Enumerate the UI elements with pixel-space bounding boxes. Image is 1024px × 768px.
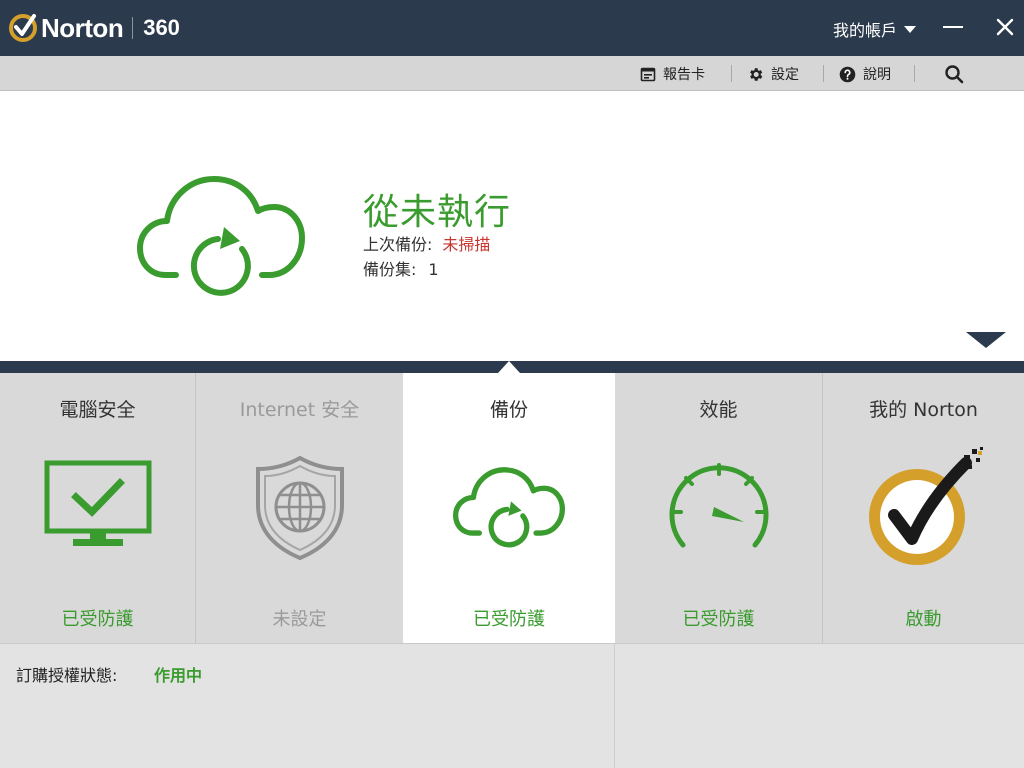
- settings-label: 設定: [771, 67, 799, 83]
- account-label: 我的帳戶: [832, 21, 897, 40]
- tile-device-security[interactable]: 電腦安全 已受防護: [0, 373, 195, 643]
- norton-logo: Norton 360: [8, 10, 180, 46]
- help-button[interactable]: 說明: [839, 64, 891, 84]
- report-card-button[interactable]: 報告卡: [640, 64, 705, 84]
- active-tile-pointer: [498, 361, 520, 373]
- backup-sets-label: 備份集:: [363, 260, 417, 279]
- norton-seal-icon: [868, 447, 983, 565]
- search-icon: [945, 65, 964, 84]
- last-backup-label: 上次備份:: [363, 235, 433, 254]
- search-button[interactable]: [944, 64, 971, 84]
- cloud-sync-icon: [137, 176, 305, 296]
- close-icon[interactable]: [992, 14, 1018, 40]
- brand-name: Norton: [41, 12, 124, 43]
- backup-status-title: 從未執行: [363, 192, 512, 233]
- toolbar: 報告卡 設定 說明: [0, 56, 1024, 91]
- toolbar-divider: [731, 65, 732, 82]
- speedometer-icon: [669, 463, 768, 548]
- subscription-value: 作用中: [154, 666, 203, 685]
- tile-title: 效能: [699, 399, 738, 421]
- backup-sets-row: 備份集: 1: [363, 256, 439, 280]
- tile-status: 啟動: [905, 609, 942, 630]
- report-card-label: 報告卡: [663, 67, 705, 83]
- tile-title: Internet 安全: [239, 399, 360, 421]
- chevron-down-icon: [904, 25, 916, 33]
- question-circle-icon: [839, 66, 856, 82]
- product-name: 360: [143, 15, 180, 40]
- tile-performance[interactable]: 效能 已受防護: [615, 373, 822, 643]
- tile-status: 已受防護: [682, 609, 755, 630]
- tile-title: 電腦安全: [59, 399, 136, 421]
- minimize-icon: [943, 26, 963, 28]
- globe-shield-icon: [255, 455, 344, 561]
- tile-status: 已受防護: [473, 609, 545, 630]
- toolbar-divider: [914, 65, 915, 82]
- account-menu[interactable]: 我的帳戶: [833, 17, 916, 41]
- tile-title: 備份: [489, 399, 528, 421]
- monitor-check-icon: [44, 460, 151, 546]
- help-label: 說明: [863, 67, 891, 83]
- tile-status: 未設定: [272, 609, 327, 630]
- tile-my-norton[interactable]: 我的 Norton 啟動: [823, 373, 1024, 643]
- subscription-footer: 訂購授權狀態: 作用中: [0, 643, 1024, 768]
- last-backup-value: 未掃描: [442, 235, 491, 254]
- tile-title: 我的 Norton: [869, 399, 978, 421]
- footer-divider: [614, 644, 615, 768]
- tile-backup[interactable]: 備份 已受防護: [403, 373, 615, 643]
- backup-sets-value: 1: [428, 260, 439, 279]
- calendar-icon: [640, 67, 656, 82]
- tile-status: 已受防護: [61, 609, 134, 630]
- tile-internet-security[interactable]: Internet 安全 未設定: [196, 373, 403, 643]
- logo-divider: [132, 17, 134, 39]
- last-backup-row: 上次備份: 未掃描: [363, 231, 490, 255]
- feature-tiles: 電腦安全 已受防護 Internet 安全 未設定 備份 已受防護 效能 已受防…: [0, 373, 1024, 643]
- settings-button[interactable]: 設定: [747, 64, 799, 84]
- gear-icon: [750, 67, 763, 81]
- cloud-sync-icon: [453, 467, 565, 548]
- title-bar: Norton 360 我的帳戶: [0, 0, 1024, 56]
- norton-check-badge-icon: [9, 14, 37, 42]
- expand-panel-toggle[interactable]: [966, 332, 1006, 348]
- subscription-label: 訂購授權狀態:: [16, 666, 118, 685]
- backup-detail-panel: 從未執行 上次備份: 未掃描 備份集: 1: [0, 91, 1024, 361]
- toolbar-divider: [823, 65, 824, 82]
